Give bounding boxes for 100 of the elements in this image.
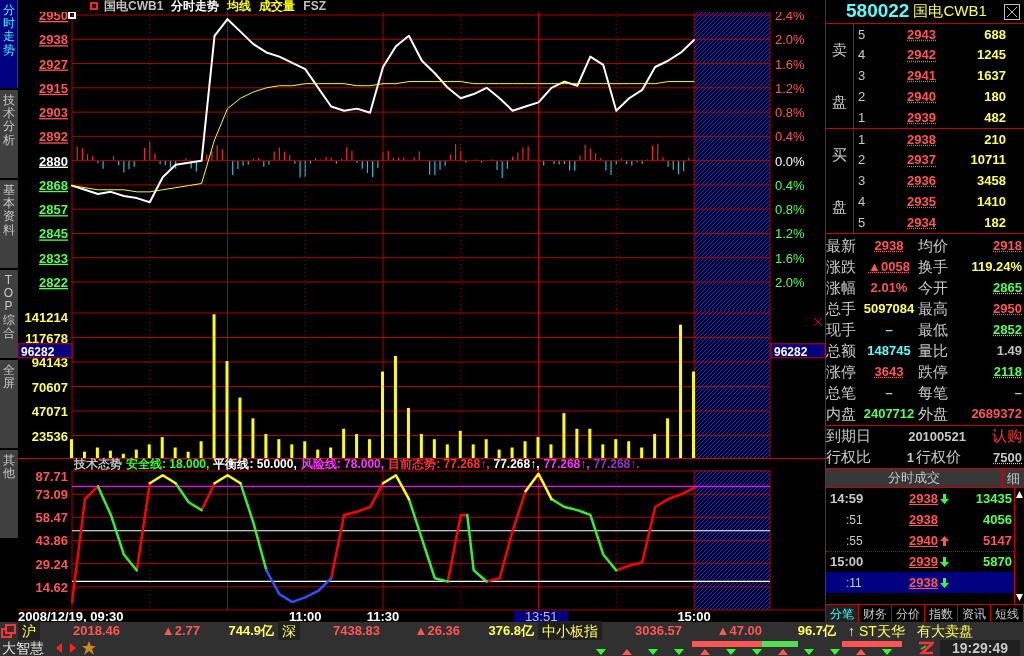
brand-label: 大智慧 — [1, 640, 45, 656]
book-rank: 3 — [857, 172, 867, 191]
stat-label: 换手 — [918, 257, 949, 277]
book-side-label: 盘 — [832, 91, 847, 112]
price-axis-label: 2892 — [39, 129, 68, 145]
stat-label: 量比 — [918, 341, 949, 361]
price-axis-label: 2915 — [39, 80, 68, 96]
market-index: 2018.46 — [72, 622, 120, 641]
side-tab[interactable]: 基本资料 — [0, 180, 18, 268]
volume-axis-label: 47071 — [31, 404, 68, 419]
stat-value: 2689372 — [970, 405, 1023, 423]
time-axis-label: 11:00 — [289, 608, 322, 622]
market-change: ▲26.36 — [413, 622, 460, 641]
indicator-legend-item: 目前态势: 77.268↑, — [388, 458, 490, 471]
indicator-axis-label: 14.62 — [35, 579, 68, 595]
price-axis-label: 2845 — [39, 226, 68, 242]
market-change: ▲47.00 — [715, 622, 762, 641]
stat-label: 均价 — [918, 236, 949, 256]
percent-axis-label: 1.6% — [775, 56, 805, 72]
stat-label: 外盘 — [918, 404, 949, 424]
price-axis-label: 2938 — [39, 32, 68, 48]
option-type: 认购 — [992, 426, 1023, 447]
alert-message: 有大卖盘 — [916, 621, 973, 641]
trade-time: 15:00 — [829, 553, 865, 572]
close-button[interactable] — [1004, 3, 1020, 20]
trades-title: 分时成交 — [887, 469, 941, 487]
trade-price: 2938 — [908, 510, 938, 529]
market-amount: 96.7亿 — [796, 622, 837, 641]
market-index: 7438.83 — [332, 622, 380, 641]
left-arrow-icon[interactable] — [54, 642, 64, 654]
stat-value: 2.01% — [869, 279, 909, 297]
stat-value: 3643 — [873, 363, 905, 381]
percent-axis-label: 0.8% — [775, 202, 805, 218]
trade-price: 2939 — [908, 553, 938, 572]
panel-tab[interactable]: 分笔 — [826, 605, 859, 622]
book-side-label: 卖 — [832, 39, 847, 60]
stat-value: – — [884, 384, 894, 402]
stock-code: 580022 — [846, 0, 910, 24]
trade-time: 14:59 — [829, 489, 865, 508]
side-tab[interactable]: 技术分析 — [0, 90, 18, 178]
book-rank: 1 — [857, 108, 867, 127]
cursor-value-label: 96282 — [18, 343, 73, 359]
book-rank: 2 — [857, 88, 867, 107]
side-tab[interactable]: 全屏 — [0, 360, 18, 448]
percent-axis-label: 1.6% — [775, 250, 805, 266]
market-amount: 744.9亿 — [227, 622, 275, 641]
scrollbar[interactable] — [1014, 488, 1024, 604]
trade-row[interactable]: :55 2940 5147 — [826, 530, 1014, 551]
side-tab[interactable]: 其他 — [0, 450, 18, 538]
stat-value: 2852 — [992, 321, 1023, 339]
trade-row[interactable]: 14:59 2938 13435 — [826, 488, 1014, 509]
right-arrow-icon[interactable] — [68, 642, 78, 654]
stat-label: 涨跌 — [826, 257, 857, 277]
indicator-legend-item: 平衡线: 50.000, — [213, 458, 297, 471]
price-axis-label: 2833 — [39, 250, 68, 266]
scroll-up-icon[interactable] — [1015, 490, 1024, 499]
stat-value: 1.49 — [995, 342, 1023, 360]
detail-button[interactable]: 细 — [1002, 469, 1024, 487]
book-price: 2934 — [906, 213, 936, 232]
stat-value: 1 — [905, 448, 914, 467]
stat-value: 2407712 — [862, 405, 916, 423]
side-tab[interactable]: 分时走势 — [0, 0, 18, 88]
price-axis-label: 2857 — [39, 202, 68, 218]
book-rank: 1 — [857, 130, 867, 149]
stat-label: 总手 — [826, 299, 857, 319]
book-price: 2942 — [906, 46, 936, 65]
stat-value: – — [884, 321, 894, 339]
stat-value: – — [1013, 384, 1023, 402]
logo-icon — [917, 641, 934, 655]
scroll-down-icon[interactable] — [1015, 593, 1024, 602]
stat-label: 最低 — [918, 320, 949, 340]
price-axis-label: 2822 — [39, 275, 68, 290]
trade-volume: 5870 — [982, 553, 1013, 572]
indicator-axis-label: 73.09 — [35, 486, 68, 502]
indicator-legend-item: 风险线: 78.000, — [300, 458, 385, 471]
clock: 19:29:49 — [939, 640, 1020, 656]
book-price: 2943 — [906, 25, 936, 44]
stat-label: 行权价 — [916, 447, 961, 468]
chart-header-label: 均线 — [227, 0, 252, 12]
cross-mark-icon — [813, 317, 823, 327]
windows-icon[interactable] — [1, 624, 17, 638]
trade-row[interactable]: :11 2938 — [826, 572, 1014, 593]
stat-value: 2950 — [992, 300, 1023, 318]
percent-axis-label: 0.0% — [775, 153, 805, 169]
cursor-value-label: 96282 — [770, 343, 825, 359]
book-volume: 482 — [983, 108, 1006, 127]
volume-axis-label: 23536 — [31, 428, 68, 444]
side-tab[interactable]: TOP综合 — [0, 270, 18, 358]
stat-value: 5097084 — [862, 300, 916, 318]
book-side-label: 买 — [832, 144, 847, 165]
star-icon[interactable] — [82, 641, 96, 655]
time-axis-label: 2008/12/19, 09:30 — [18, 608, 124, 622]
market-name: 深 — [278, 620, 300, 642]
book-price: 2940 — [906, 88, 936, 107]
trade-row[interactable]: :51 2938 4056 — [826, 509, 1014, 530]
indicator-axis-label: 87.71 — [35, 469, 68, 484]
trade-price: 2938 — [908, 489, 938, 508]
book-price: 2941 — [906, 67, 936, 86]
chart-header-label: FSZ — [303, 0, 326, 12]
stat-label: 内盘 — [826, 404, 857, 424]
